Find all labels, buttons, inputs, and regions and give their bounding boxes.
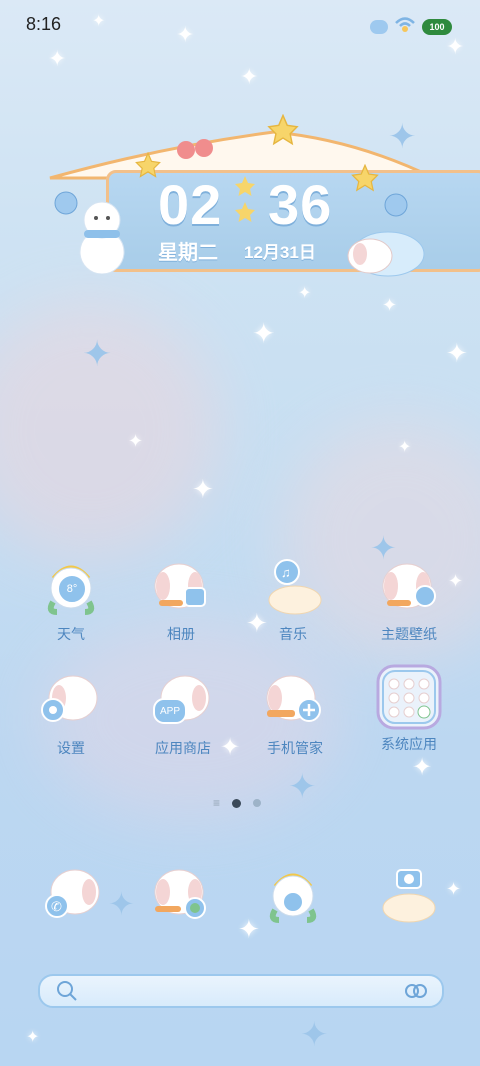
svg-text:♫: ♫ (281, 565, 291, 580)
status-time: 8:16 (26, 14, 62, 34)
app-label: 设置 (57, 740, 85, 756)
search-bar[interactable] (38, 974, 444, 1008)
phone-icon: ✆ (41, 866, 105, 926)
app-label: 天气 (57, 626, 85, 642)
app-system-apps-folder[interactable]: 系统应用 (354, 664, 464, 754)
sparkle-icon: ✦ (82, 333, 113, 374)
music-icon: ♫ (261, 556, 325, 616)
svg-text:✆: ✆ (51, 899, 62, 914)
camera-icon (377, 866, 441, 926)
mittens-icon (176, 136, 213, 159)
sparkle-icon: ✦ (382, 295, 398, 315)
theme-wallpaper-icon (377, 556, 441, 616)
sparkle-icon: ✦ (192, 474, 214, 504)
app-music[interactable]: ♫ 音乐 (238, 556, 348, 644)
clock-widget[interactable]: 02 36 星期二 12月31日 (46, 113, 480, 278)
page-list-icon[interactable]: ≡ (213, 796, 220, 810)
snowman-icon (72, 194, 132, 275)
app-label: 应用商店 (155, 740, 211, 756)
sparkle-icon: ✦ (446, 338, 468, 368)
sparkle-icon: ✦ (240, 64, 259, 89)
sleeping-puppy-icon (336, 218, 426, 278)
app-weather[interactable]: 8° 天气 (16, 556, 126, 644)
sparkle-icon: ✦ (298, 285, 312, 302)
weather-icon: 8° (39, 556, 103, 616)
sparkle-icon: ✦ (26, 1029, 40, 1046)
app-theme-wallpaper[interactable]: 主题壁纸 (354, 556, 464, 644)
status-icons: 100 (370, 14, 452, 39)
dock-phone[interactable]: ✆ (18, 866, 128, 926)
messages-icon (149, 866, 213, 926)
gallery-icon (149, 556, 213, 616)
dock-browser[interactable] (238, 866, 348, 926)
browser-icon (261, 866, 325, 926)
system-apps-folder-icon (376, 664, 442, 730)
app-label: 手机管家 (267, 740, 323, 756)
sparkle-icon: ✦ (398, 439, 412, 456)
signal-icon (370, 19, 388, 34)
app-store-icon: APP (151, 670, 215, 730)
status-bar: 8:16 100 (0, 0, 480, 48)
weekday-label: 星期二 (158, 242, 218, 264)
battery-indicator: 100 (422, 18, 452, 35)
dock-messages[interactable] (126, 866, 236, 926)
sparkle-icon: ✦ (300, 1016, 329, 1054)
clock-hours: 02 (158, 173, 223, 236)
search-icon[interactable] (56, 980, 78, 1007)
date-label: 12月31日 (244, 243, 316, 262)
page-dot[interactable] (253, 799, 262, 807)
app-app-store[interactable]: APP 应用商店 (128, 670, 238, 758)
sparkle-icon: ✦ (412, 754, 433, 781)
voice-scan-icon[interactable] (404, 982, 428, 1005)
sparkle-icon: ✦ (288, 768, 317, 806)
sparkle-icon: ✦ (252, 318, 276, 349)
sparkle-icon: ✦ (48, 46, 67, 71)
app-gallery[interactable]: 相册 (126, 556, 236, 644)
sparkle-icon: ✦ (128, 431, 144, 451)
app-label: 相册 (167, 626, 195, 642)
app-label: 系统应用 (381, 736, 437, 752)
weather-temp-badge: 8° (57, 574, 87, 604)
clock-minutes: 36 (268, 173, 333, 236)
settings-icon (39, 670, 103, 730)
page-indicator[interactable]: ≡ (213, 796, 262, 810)
star-icon (266, 113, 300, 153)
clock-separator-stars-icon (232, 174, 258, 231)
phone-manager-icon (263, 670, 327, 730)
wifi-icon (394, 14, 416, 39)
app-settings[interactable]: 设置 (16, 670, 126, 758)
dock-camera[interactable] (354, 866, 464, 926)
star-icon (350, 163, 380, 199)
app-label: 主题壁纸 (381, 626, 437, 642)
app-label: 音乐 (279, 626, 307, 642)
page-dot-active[interactable] (232, 798, 242, 808)
app-store-badge: APP (153, 698, 187, 724)
app-phone-manager[interactable]: 手机管家 (240, 670, 350, 758)
